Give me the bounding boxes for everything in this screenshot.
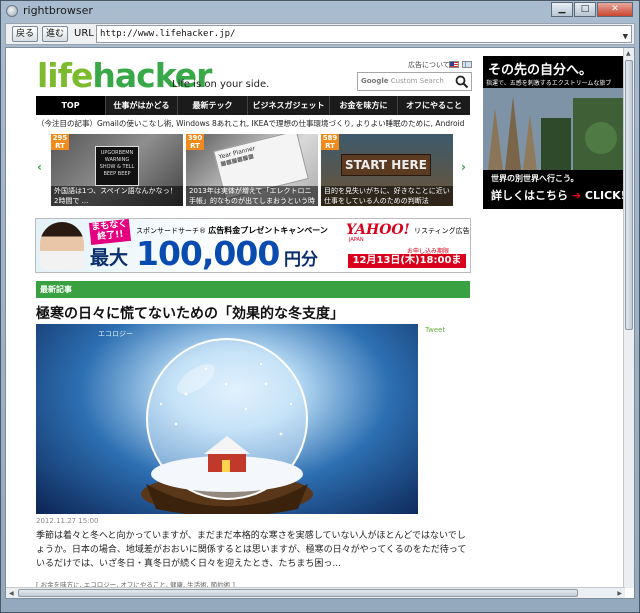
rt-badge: 295 RT — [51, 134, 69, 150]
main-nav: TOP 仕事がはかどる 最新テック ビジネスガジェット お金を味方に オフにやる… — [36, 96, 470, 115]
url-input[interactable]: http://www.lifehacker.jp/ ▼ — [96, 25, 632, 43]
search-icon[interactable] — [455, 74, 469, 89]
carousel-caption: 2013年は実体が増えて「エレクトロニ手帳」的なものが出てしまおうという時代 — [186, 186, 318, 206]
uk-flag-icon[interactable] — [462, 61, 472, 68]
banner-amount: 100,000 — [136, 234, 280, 273]
vertical-scrollbar[interactable]: ▲ — [623, 48, 634, 588]
carousel-item[interactable]: Year Planner ▦▦▦▦▦▦ 390 RT 2013年は実体が増えて「エレ… — [186, 134, 318, 206]
nav-item-top[interactable]: TOP — [36, 96, 106, 115]
rt-badge: 589 RT — [321, 134, 339, 150]
scroll-up-icon: ▲ — [626, 50, 631, 57]
horizontal-scrollbar[interactable]: ◀ ▶ — [6, 587, 625, 598]
banner-prefix: 最大 — [90, 247, 129, 269]
back-button[interactable]: 戻る — [12, 26, 38, 42]
nav-item-gadget[interactable]: ビジネスガジェット — [248, 96, 330, 115]
lifehacker-page: lifehacker Life is on your side. 広告について … — [35, 48, 630, 589]
trending-ticker[interactable]: （今注目の記事）Gmailの使いこなし術, Windows 8あれこれ, IKE… — [37, 118, 469, 129]
campaign-banner-ad[interactable]: まもなく終了!! 最大 スポンサードサーチ® 広告料金プレゼントキャンペーン 1… — [35, 218, 471, 273]
banner-deadline: 12月13日(木)18:00まで — [348, 254, 466, 272]
arrow-right-icon: ➜ — [571, 189, 582, 202]
sidebar-ad-headline: その先の自分へ。 — [488, 63, 593, 78]
article-excerpt: 季節は着々と冬へと向かっていますが、まだまだ本格的な寒さを実感していない人がほと… — [36, 531, 467, 569]
carousel-item[interactable]: UPGORBEMN WARNING SHOW & TELL BEEP BEEP 295… — [51, 134, 183, 206]
banner-sticker: まもなく終了!! — [88, 219, 132, 246]
horizontal-scroll-thumb[interactable] — [18, 589, 578, 597]
close-button[interactable]: ✕ — [597, 2, 633, 17]
minimize-button[interactable]: ▁ — [551, 2, 573, 17]
article-title[interactable]: 極寒の日々に慌てないための「効果的な冬支度」 — [36, 303, 344, 323]
nav-item-off[interactable]: オフにやること — [398, 96, 470, 115]
chevron-down-icon[interactable]: ▼ — [623, 29, 628, 45]
carousel-next-icon[interactable]: › — [461, 160, 466, 174]
rt-badge: 390 RT — [186, 134, 204, 150]
snow-globe-illustration — [141, 338, 313, 514]
maximize-button[interactable]: □ — [574, 2, 596, 17]
sidebar-ad-subline: 指運で、五感を刺激するエクストリームな旅ブ — [486, 80, 612, 87]
scroll-right-icon: ▶ — [617, 590, 622, 597]
title-bar[interactable]: rightbrowser ▁ □ ✕ — [1, 1, 639, 21]
nav-item-money[interactable]: お金を味方に — [330, 96, 398, 115]
browser-toolbar: 戻る 進む URL http://www.lifehacker.jp/ ▼ — [5, 23, 635, 45]
carousel-prev-icon[interactable]: ‹ — [37, 160, 42, 174]
section-header: 最新記事 — [36, 281, 470, 298]
scroll-left-icon: ◀ — [9, 590, 14, 597]
tweet-button[interactable]: Tweet — [425, 326, 445, 334]
yahoo-logo: YAHOO! — [346, 222, 410, 238]
article-hero-image[interactable]: エコロジー — [36, 324, 418, 514]
url-label: URL — [74, 28, 94, 39]
sidebar-travel-ad[interactable]: その先の自分へ。 指運で、五感を刺激するエクストリームな旅ブ 世界の別世界へ行こ… — [483, 56, 629, 209]
sidebar-ad-image — [483, 88, 629, 170]
us-flag-icon[interactable] — [449, 61, 459, 68]
window-controls: ▁ □ ✕ — [550, 2, 633, 17]
featured-carousel: ‹ UPGORBEMN WARNING SHOW & TELL BEEP BEEP 2… — [37, 134, 469, 206]
carousel-item[interactable]: START HERE 589 RT 目的を見失いがちに、好きなことに近い仕事をして… — [321, 134, 453, 206]
carousel-caption: 外国語は1つ、スペイン語なんかなっ！2時間で ... — [51, 186, 183, 206]
browser-window: rightbrowser ▁ □ ✕ 戻る 進む URL http://www.… — [0, 0, 640, 613]
site-tagline: Life is on your side. — [172, 79, 270, 90]
banner-unit: 円分 — [284, 250, 318, 270]
vertical-scroll-thumb[interactable] — [625, 60, 633, 330]
nav-item-work[interactable]: 仕事がはかどる — [106, 96, 178, 115]
banner-listing-label: リスティング広告 — [414, 227, 470, 235]
nav-item-tech[interactable]: 最新テック — [178, 96, 248, 115]
sidebar-ad-line1: 世界の別世界へ行こう。 — [491, 174, 579, 183]
article-date: 2012.11.27 15:00 — [36, 517, 99, 525]
banner-person-image — [40, 222, 84, 270]
yahoo-logo-sub: JAPAN — [349, 237, 364, 243]
web-viewport[interactable]: lifehacker Life is on your side. 広告について … — [5, 47, 635, 599]
forward-button[interactable]: 進む — [42, 26, 68, 42]
sidebar-ad-cta[interactable]: 詳しくはこちら ➜ CLICK! — [491, 187, 626, 203]
search-brand: Google — [361, 77, 389, 85]
url-value: http://www.lifehacker.jp/ — [100, 29, 236, 39]
app-icon — [6, 5, 18, 17]
ad-info-link[interactable]: 広告について — [408, 60, 450, 70]
window-title: rightbrowser — [23, 4, 93, 17]
carousel-caption: 目的を見失いがちに、好きなことに近い仕事をしている人のための判断法 — [321, 186, 453, 206]
